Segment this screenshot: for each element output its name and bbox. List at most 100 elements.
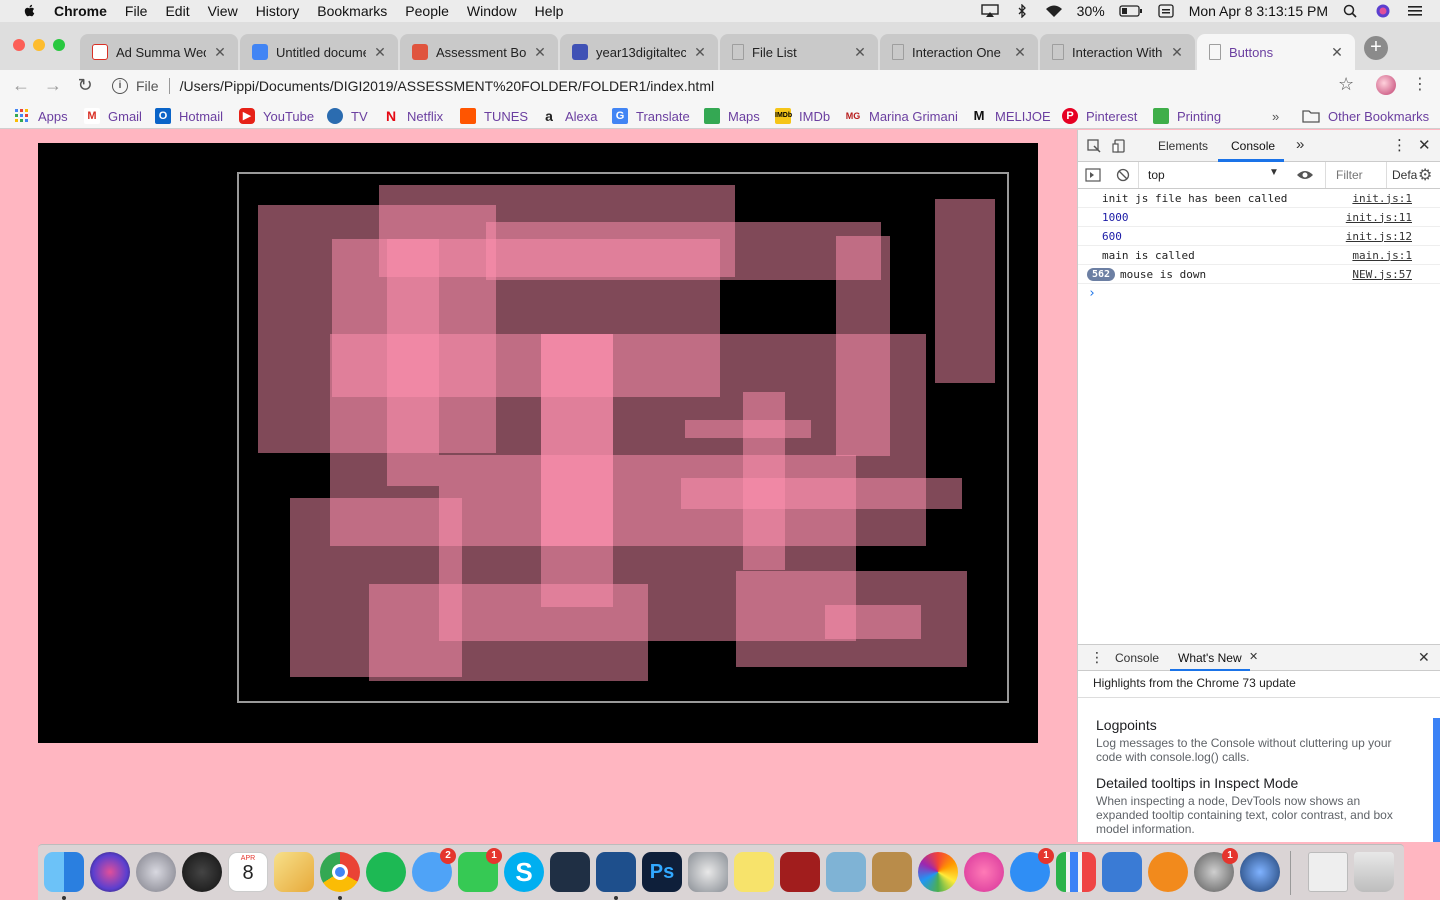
context-selector[interactable]: top	[1148, 168, 1165, 182]
apple-menu-icon[interactable]	[20, 3, 40, 19]
window-close-button[interactable]	[13, 39, 25, 51]
bookmark-imdb[interactable]: IMDb IMDb	[775, 107, 830, 125]
menu-file[interactable]: File	[125, 3, 148, 19]
tab-close-icon[interactable]: ✕	[1169, 44, 1185, 61]
spotlight-search-icon[interactable]	[1342, 4, 1360, 18]
bookmark-pinterest[interactable]: P Pinterest	[1062, 107, 1137, 125]
bookmark-apps[interactable]: Apps	[14, 107, 68, 125]
photos-icon[interactable]	[918, 852, 958, 892]
tab-buttons[interactable]: Buttons ✕	[1197, 34, 1355, 70]
battery-icon[interactable]	[1119, 4, 1143, 18]
tab-interaction-with[interactable]: Interaction With ✕	[1040, 34, 1195, 70]
spotify-icon[interactable]	[366, 852, 406, 892]
more-tabs-icon[interactable]: »	[1296, 136, 1304, 153]
live-expression-eye-icon[interactable]	[1296, 169, 1314, 181]
bookmark-youtube[interactable]: ▶ YouTube	[239, 107, 314, 125]
bookmark-star-icon[interactable]: ☆	[1338, 74, 1354, 95]
photoshop-icon[interactable]: Ps	[642, 852, 682, 892]
tab-close-icon[interactable]: ✕	[1329, 44, 1345, 61]
tab-file-list[interactable]: File List ✕	[720, 34, 878, 70]
drawing-canvas[interactable]	[38, 143, 1038, 743]
tab-elements[interactable]: Elements	[1158, 139, 1208, 153]
trash-icon[interactable]	[1354, 852, 1394, 892]
menu-bookmarks[interactable]: Bookmarks	[317, 3, 387, 19]
console-prompt[interactable]: ›	[1088, 286, 1440, 301]
bookmark-netflix[interactable]: N Netflix	[383, 107, 443, 125]
address-bar[interactable]: i File /Users/Pippi/Documents/DIGI2019/A…	[112, 72, 1367, 99]
dashboard-icon[interactable]	[182, 852, 222, 892]
bookmark-translate[interactable]: G Translate	[612, 107, 690, 125]
tab-ad-summa[interactable]: Ad Summa Wedn ✕	[80, 34, 238, 70]
bookmarks-overflow-button[interactable]: »	[1272, 107, 1279, 125]
menu-edit[interactable]: Edit	[165, 3, 189, 19]
menu-help[interactable]: Help	[535, 3, 564, 19]
menu-history[interactable]: History	[256, 3, 300, 19]
quicktime-icon[interactable]	[1240, 852, 1280, 892]
siri-icon[interactable]	[1374, 4, 1392, 18]
messages-icon[interactable]: 2	[412, 848, 456, 892]
tab-close-icon[interactable]: ✕	[532, 44, 548, 61]
vscode-icon[interactable]	[596, 852, 636, 892]
disk-utility-icon[interactable]	[688, 852, 728, 892]
stickies-icon[interactable]	[734, 852, 774, 892]
app-store-icon[interactable]: 1	[1010, 848, 1054, 892]
url-text[interactable]: /Users/Pippi/Documents/DIGI2019/ASSESSME…	[180, 78, 715, 94]
tab-untitled-document[interactable]: Untitled docume ✕	[240, 34, 398, 70]
feature-title[interactable]: Detailed tooltips in Inspect Mode	[1096, 775, 1298, 791]
console-settings-gear-icon[interactable]: ⚙	[1418, 165, 1432, 185]
photo-booth-icon[interactable]	[780, 852, 820, 892]
bookmark-alexa[interactable]: a Alexa	[541, 107, 597, 125]
tab-console[interactable]: Console	[1231, 139, 1275, 153]
skype-icon[interactable]: S	[504, 852, 544, 892]
forward-arrow-icon[interactable]: →	[42, 74, 64, 96]
drawer-tab-whats-new[interactable]: What's New	[1178, 651, 1242, 665]
info-icon[interactable]: i	[112, 77, 128, 94]
tab-close-icon[interactable]: ✕	[692, 44, 708, 61]
profile-avatar[interactable]	[1376, 75, 1396, 95]
chrome-icon[interactable]	[320, 852, 360, 892]
log-source-link[interactable]: init.js:1	[1352, 192, 1412, 205]
keyboard-input-icon[interactable]	[1157, 4, 1175, 18]
bookmark-tv[interactable]: TV	[327, 107, 368, 125]
numbers-icon[interactable]	[1056, 852, 1096, 892]
window-zoom-button[interactable]	[53, 39, 65, 51]
clock[interactable]: Mon Apr 8 3:13:15 PM	[1189, 3, 1328, 19]
notification-center-icon[interactable]	[1406, 4, 1424, 18]
context-dropdown-icon[interactable]: ▼	[1269, 167, 1279, 178]
devtools-menu-icon[interactable]: ⋮	[1392, 136, 1407, 154]
wifi-icon[interactable]	[1045, 4, 1063, 18]
log-source-link[interactable]: main.js:1	[1352, 249, 1412, 262]
bookmark-hotmail[interactable]: O Hotmail	[155, 107, 223, 125]
bookmark-printing[interactable]: Printing	[1153, 107, 1221, 125]
tab-close-icon[interactable]: ✕	[212, 44, 228, 61]
notes-board-icon[interactable]	[274, 852, 314, 892]
menu-window[interactable]: Window	[467, 3, 517, 19]
devtools-close-icon[interactable]: ✕	[1418, 136, 1431, 154]
device-toolbar-icon[interactable]	[1112, 138, 1128, 154]
tab-interaction-one[interactable]: Interaction One ✕	[880, 34, 1038, 70]
window-minimize-button[interactable]	[33, 39, 45, 51]
close-whats-new-icon[interactable]: ✕	[1249, 650, 1258, 663]
log-levels-dropdown[interactable]: Defa	[1392, 168, 1418, 182]
documents-stack-icon[interactable]	[1308, 852, 1348, 892]
airplay-icon[interactable]	[980, 4, 999, 18]
bookmark-tunes[interactable]: TUNES	[460, 107, 528, 125]
app-menu-chrome[interactable]: Chrome	[54, 3, 107, 19]
tab-assessment-board[interactable]: Assessment Boa ✕	[400, 34, 558, 70]
chrome-menu-icon[interactable]: ⋮	[1412, 74, 1428, 94]
system-preferences-icon[interactable]: 1	[1194, 848, 1238, 892]
bookmark-gmail[interactable]: M Gmail	[84, 107, 142, 125]
launchpad-icon[interactable]	[136, 852, 176, 892]
tab-close-icon[interactable]: ✕	[852, 44, 868, 61]
tab-year13digitaltech[interactable]: year13digitaltech ✕	[560, 34, 718, 70]
bluetooth-icon[interactable]	[1013, 4, 1031, 18]
log-source-link[interactable]: init.js:11	[1346, 211, 1412, 224]
bookmark-maps[interactable]: Maps	[704, 107, 760, 125]
menu-view[interactable]: View	[208, 3, 238, 19]
clear-console-icon[interactable]	[1116, 168, 1130, 182]
drawer-menu-icon[interactable]: ⋮	[1090, 649, 1104, 666]
bookmark-melijoe[interactable]: M MELIJOE	[971, 107, 1051, 125]
tab-close-icon[interactable]: ✕	[1012, 44, 1028, 61]
drawer-tab-console[interactable]: Console	[1115, 651, 1159, 665]
log-source-link[interactable]: NEW.js:57	[1352, 268, 1412, 281]
